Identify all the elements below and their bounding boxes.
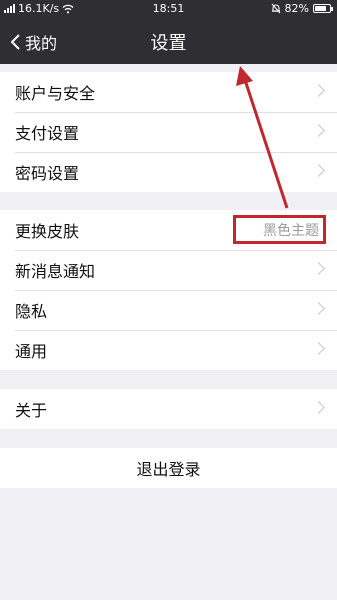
logout-button[interactable]: 退出登录 xyxy=(0,448,337,488)
row-label: 更换皮肤 xyxy=(15,222,80,241)
settings-group-account: 账户与安全 支付设置 密码设置 xyxy=(0,72,337,192)
chevron-right-icon xyxy=(312,262,325,275)
settings-row-payment[interactable]: 支付设置 xyxy=(0,112,337,152)
settings-row-privacy[interactable]: 隐私 xyxy=(0,290,337,330)
row-label: 新消息通知 xyxy=(15,262,96,281)
navigation-bar: 我的 设置 xyxy=(0,18,337,64)
row-label: 隐私 xyxy=(15,302,48,321)
annotation-highlight-box xyxy=(233,215,326,244)
battery-icon xyxy=(313,4,333,13)
settings-row-account-security[interactable]: 账户与安全 xyxy=(0,72,337,112)
chevron-right-icon xyxy=(312,401,325,414)
row-label: 通用 xyxy=(15,342,48,361)
back-button[interactable]: 我的 xyxy=(10,30,57,54)
status-right: 82% xyxy=(271,2,333,15)
alarm-icon xyxy=(271,3,280,14)
chevron-right-icon xyxy=(312,164,325,177)
status-bar: 16.1K/s 18:51 82% xyxy=(0,0,337,18)
back-label: 我的 xyxy=(25,34,58,53)
chevron-left-icon xyxy=(10,34,20,50)
row-label: 账户与安全 xyxy=(15,84,96,103)
row-label: 关于 xyxy=(15,401,48,420)
chevron-right-icon xyxy=(312,342,325,355)
settings-row-password[interactable]: 密码设置 xyxy=(0,152,337,192)
settings-row-general[interactable]: 通用 xyxy=(0,330,337,370)
chevron-right-icon xyxy=(312,84,325,97)
row-label: 密码设置 xyxy=(15,164,80,183)
row-label: 支付设置 xyxy=(15,124,80,143)
battery-percent: 82% xyxy=(284,2,309,15)
chevron-right-icon xyxy=(312,302,325,315)
settings-row-about[interactable]: 关于 xyxy=(0,389,337,429)
settings-row-notifications[interactable]: 新消息通知 xyxy=(0,250,337,290)
settings-group-about: 关于 xyxy=(0,389,337,429)
chevron-right-icon xyxy=(312,124,325,137)
